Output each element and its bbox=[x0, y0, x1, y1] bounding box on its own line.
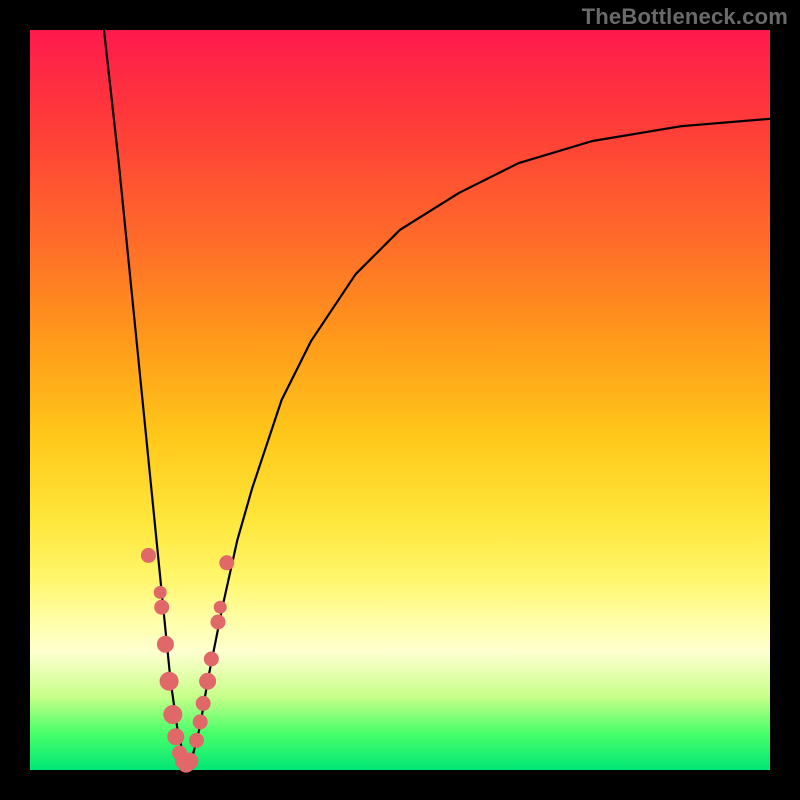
chart-svg bbox=[30, 30, 770, 770]
curve-marker bbox=[220, 556, 234, 570]
curve-marker bbox=[196, 696, 210, 710]
curve-marker bbox=[164, 706, 182, 724]
curve-marker bbox=[155, 600, 169, 614]
curve-marker bbox=[141, 548, 155, 562]
curve-marker bbox=[154, 586, 166, 598]
curve-marker bbox=[168, 729, 184, 745]
curve-marker bbox=[211, 615, 225, 629]
curve-marker bbox=[204, 652, 218, 666]
curve-marker bbox=[182, 753, 198, 769]
curve-marker bbox=[214, 601, 226, 613]
frame: TheBottleneck.com bbox=[0, 0, 800, 800]
curve-marker bbox=[200, 673, 216, 689]
marker-group bbox=[141, 548, 233, 772]
curve-marker bbox=[157, 636, 173, 652]
watermark-text: TheBottleneck.com bbox=[582, 4, 788, 30]
curve-marker bbox=[193, 715, 207, 729]
curve-marker bbox=[160, 672, 178, 690]
curve-marker bbox=[190, 733, 204, 747]
bottleneck-curve bbox=[104, 30, 770, 763]
